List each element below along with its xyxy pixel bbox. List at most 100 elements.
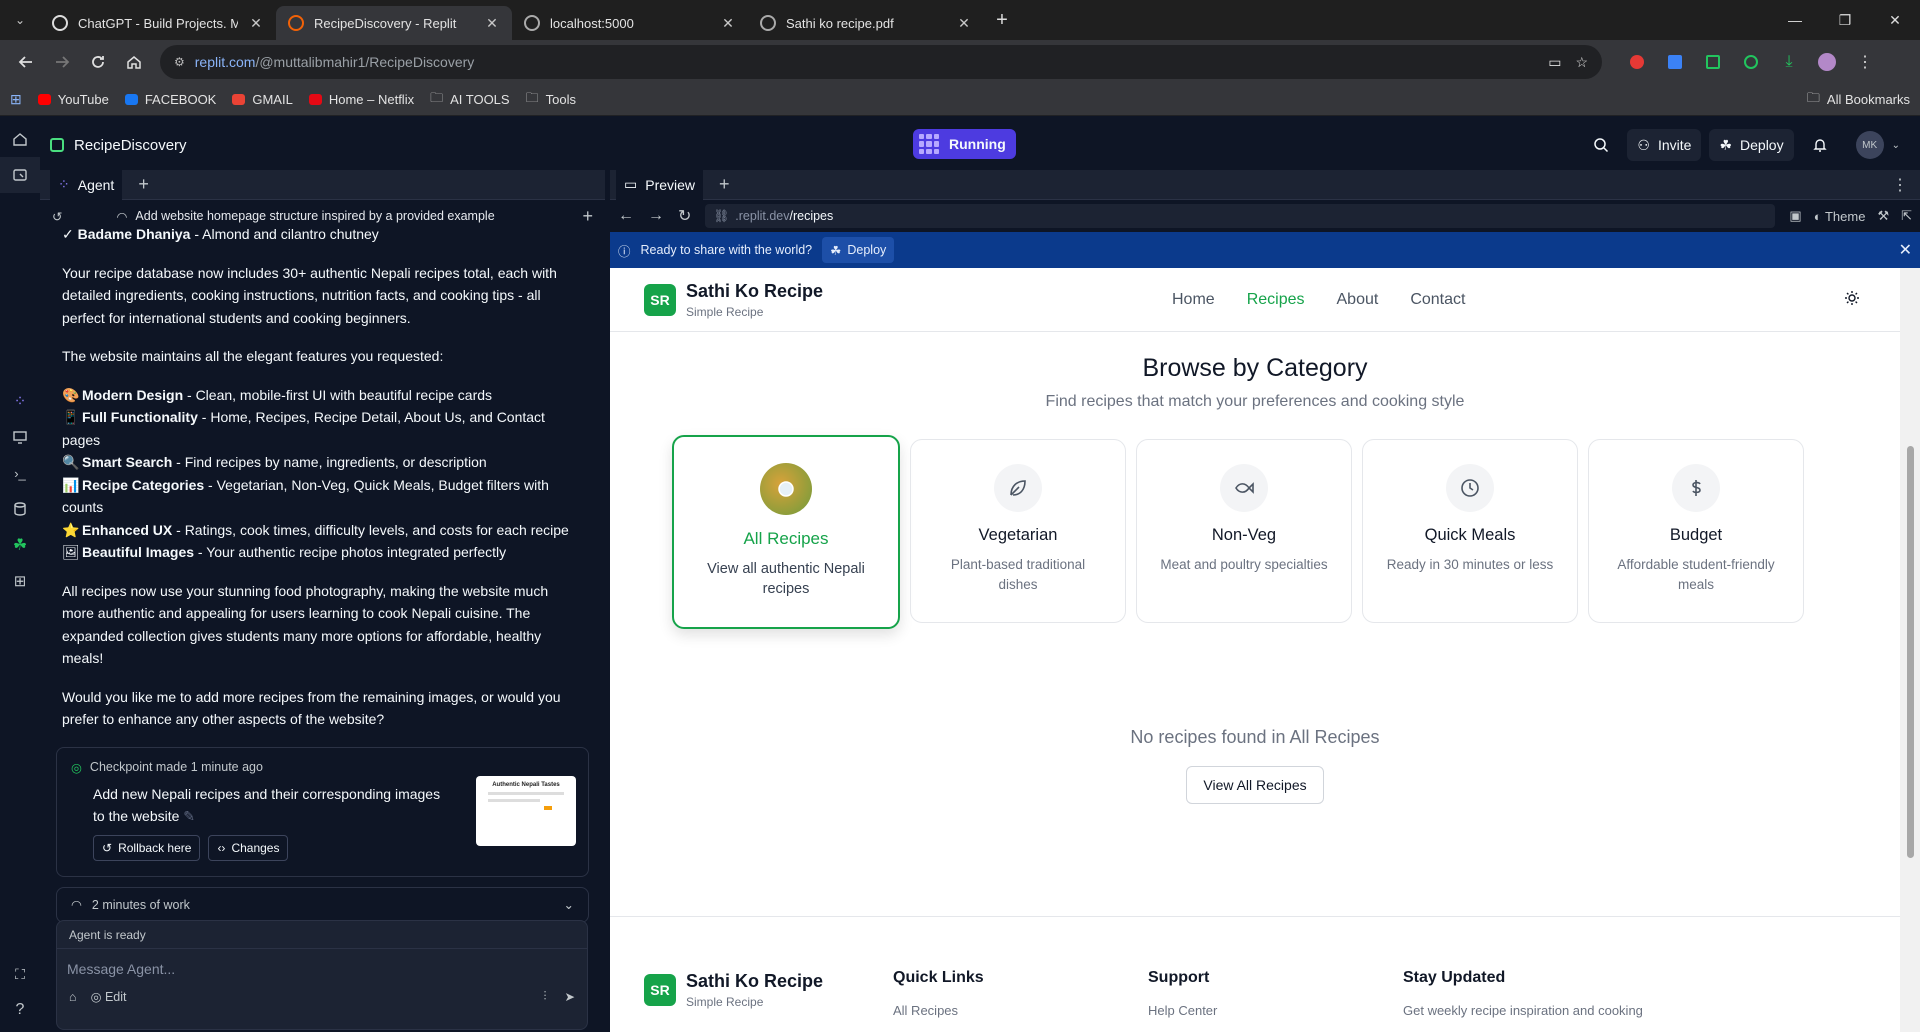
home-icon[interactable] <box>0 121 40 157</box>
message-input[interactable]: Message Agent... <box>57 949 587 989</box>
new-tab-button[interactable]: + <box>986 4 1018 36</box>
site-brand[interactable]: SR Sathi Ko Recipe Simple Recipe <box>644 281 823 319</box>
nav-link-recipes[interactable]: Recipes <box>1247 291 1305 309</box>
checkpoint-screenshot[interactable]: Authentic Nepali Tastes <box>476 775 576 846</box>
add-tab-button[interactable]: + <box>138 174 149 195</box>
agent-icon[interactable]: ⁘ <box>0 383 40 419</box>
view-all-recipes-button[interactable]: View All Recipes <box>1186 766 1324 804</box>
restore-button[interactable]: ❐ <box>1820 0 1870 40</box>
attach-icon[interactable]: ⌂ <box>69 990 77 1004</box>
send-icon[interactable]: ➤ <box>565 989 575 1004</box>
deploy-button[interactable]: ☘ Deploy <box>1709 129 1794 161</box>
database-icon[interactable] <box>0 491 40 527</box>
browser-menu-icon[interactable]: ⋮ <box>1848 45 1882 79</box>
tab-preview[interactable]: ▭ Preview <box>616 169 704 200</box>
history-icon[interactable]: ↺ <box>52 209 62 224</box>
install-app-icon[interactable]: ▭ <box>1548 54 1561 71</box>
category-card-vegetarian[interactable]: Vegetarian Plant-based traditional dishes <box>910 439 1126 623</box>
edit-button[interactable]: ◎ Edit <box>91 989 127 1004</box>
shell-icon[interactable]: ›_ <box>0 455 40 491</box>
bookmark-item[interactable]: GMAIL <box>232 89 293 111</box>
close-tab-icon[interactable]: ✕ <box>720 15 736 32</box>
close-window-button[interactable]: ✕ <box>1870 0 1920 40</box>
preview-icon[interactable] <box>0 419 40 455</box>
bookmark-star-icon[interactable]: ☆ <box>1575 54 1588 71</box>
extension-red-icon[interactable] <box>1620 45 1654 79</box>
theme-button[interactable]: ◐ Theme <box>1814 209 1866 224</box>
help-icon[interactable]: ? <box>0 992 40 1028</box>
new-thread-button[interactable]: + <box>582 206 593 227</box>
browser-tab[interactable]: Sathi ko recipe.pdf ✕ <box>748 6 984 40</box>
footer-link[interactable]: Help Center <box>1148 1003 1217 1018</box>
bookmark-item[interactable]: 🗀 AI TOOLS <box>430 89 510 111</box>
rollback-button[interactable]: ↺ Rollback here <box>93 834 201 861</box>
home-button[interactable] <box>116 44 152 80</box>
bookmark-item[interactable]: YouTube <box>37 89 109 111</box>
banner-deploy-button[interactable]: ☘ Deploy <box>822 237 895 263</box>
browser-tab[interactable]: ChatGPT - Build Projects. Mahir ✕ <box>40 6 276 40</box>
project-title[interactable]: RecipeDiscovery <box>50 137 187 154</box>
minimize-button[interactable]: — <box>1770 0 1820 40</box>
changes-button[interactable]: ‹› Changes <box>208 834 289 861</box>
footer-link[interactable]: All Recipes <box>893 1003 984 1018</box>
feedback-icon[interactable]: ⛶ <box>0 956 40 992</box>
browser-tab[interactable]: localhost:5000 ✕ <box>512 6 748 40</box>
deployments-icon[interactable]: ☘ <box>0 527 40 563</box>
devtools-icon[interactable]: ▣ <box>1789 208 1801 224</box>
feature-emoji-icon: 🖼 <box>62 544 80 560</box>
reload-icon[interactable]: ↻ <box>678 206 691 226</box>
files-icon[interactable] <box>0 157 40 193</box>
footer-brand[interactable]: SR Sathi Ko Recipe Simple Recipe <box>644 971 823 1009</box>
profile-avatar[interactable] <box>1810 45 1844 79</box>
all-bookmarks[interactable]: 🗀 All Bookmarks <box>1807 89 1910 111</box>
scrollbar-thumb[interactable] <box>1907 446 1914 858</box>
invite-button[interactable]: ⚇ Invite <box>1627 129 1702 161</box>
add-tab-button[interactable]: + <box>719 174 730 195</box>
category-card-non-veg[interactable]: Non-Veg Meat and poultry specialties <box>1136 439 1352 623</box>
close-tab-icon[interactable]: ✕ <box>484 15 500 32</box>
settings-sliders-icon[interactable]: ⫶ <box>543 989 546 1004</box>
close-tab-icon[interactable]: ✕ <box>248 15 264 32</box>
all-tools-icon[interactable]: ⊞ <box>0 563 40 599</box>
extension-green-icon[interactable] <box>1734 45 1768 79</box>
extension-blue-icon[interactable] <box>1658 45 1692 79</box>
nav-link-home[interactable]: Home <box>1172 291 1215 309</box>
category-card-quick-meals[interactable]: Quick Meals Ready in 30 minutes or less <box>1362 439 1578 623</box>
account-menu[interactable]: MK ⌄ <box>1846 129 1910 161</box>
arrow-left-icon[interactable]: ← <box>618 207 634 225</box>
theme-toggle-sun-icon[interactable] <box>1844 290 1860 306</box>
bookmark-item[interactable]: FACEBOOK <box>124 89 216 111</box>
close-tab-icon[interactable]: ✕ <box>956 15 972 32</box>
preview-url-input[interactable]: ⛓ .replit.dev/recipes <box>705 204 1776 228</box>
search-button[interactable] <box>1583 129 1619 161</box>
close-icon[interactable]: ✕ <box>1899 240 1912 260</box>
arrow-right-icon[interactable]: → <box>648 207 664 225</box>
notifications-button[interactable] <box>1802 129 1838 161</box>
category-card-budget[interactable]: Budget Affordable student-friendly meals <box>1588 439 1804 623</box>
bookmark-item[interactable]: 🗀 Tools <box>526 89 576 111</box>
address-bar[interactable]: ⚙ replit.com/@muttalibmahir1/RecipeDisco… <box>160 45 1602 79</box>
back-button[interactable] <box>8 44 44 80</box>
extensions-puzzle-icon[interactable] <box>1696 45 1730 79</box>
browser-tab[interactable]: RecipeDiscovery - Replit ✕ <box>276 6 512 40</box>
apps-grid-icon[interactable]: ⊞ <box>10 91 22 108</box>
wrench-icon[interactable]: ⚒ <box>1877 208 1889 224</box>
deploy-label: Deploy <box>1740 137 1784 153</box>
site-info-icon[interactable]: ⚙ <box>174 55 185 69</box>
open-external-icon[interactable]: ⇱ <box>1901 208 1912 224</box>
nav-link-about[interactable]: About <box>1337 291 1379 309</box>
run-button[interactable]: Running <box>913 129 1016 159</box>
tab-agent[interactable]: ⁘ Agent <box>50 169 123 200</box>
category-card-all-recipes[interactable]: All Recipes View all authentic Nepali rec… <box>672 435 900 629</box>
forward-button[interactable] <box>44 44 80 80</box>
reload-button[interactable] <box>80 44 116 80</box>
footer-heading: Stay Updated <box>1403 969 1506 986</box>
download-icon[interactable]: ⤓ <box>1772 45 1806 79</box>
tab-search-button[interactable]: ⌄ <box>0 0 40 40</box>
work-summary[interactable]: ◠ 2 minutes of work ⌄ <box>56 886 589 923</box>
nav-link-contact[interactable]: Contact <box>1410 291 1465 309</box>
preview-scrollbar[interactable] <box>1900 268 1920 1032</box>
bookmark-item[interactable]: Home – Netflix <box>308 89 414 111</box>
pencil-icon[interactable]: ✎ <box>183 808 195 824</box>
pane-menu-icon[interactable]: ⋮ <box>1892 175 1908 195</box>
